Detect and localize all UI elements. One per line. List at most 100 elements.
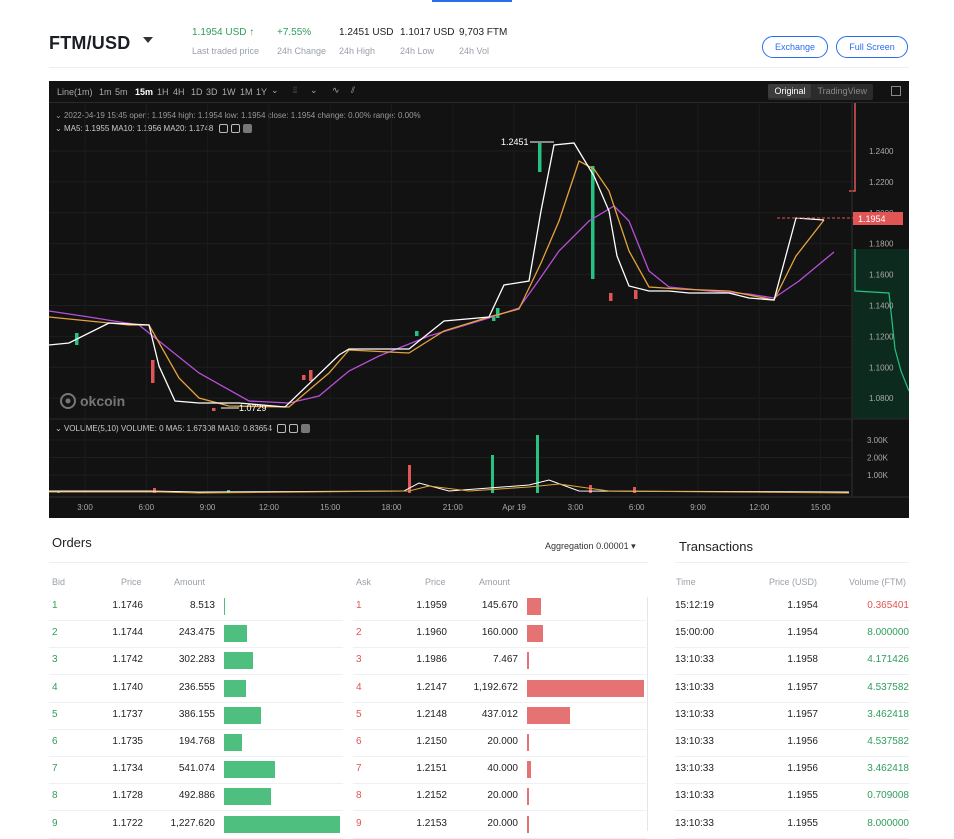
candle — [538, 143, 542, 172]
volume-tick: 2.00K — [867, 454, 889, 463]
time-tick: 6:00 — [629, 503, 645, 512]
ask-row[interactable]: 1 1.1959 145.670 — [353, 594, 646, 621]
aggregation-select[interactable]: Aggregation 0.00001 ▾ — [545, 541, 636, 552]
pair-selector[interactable]: FTM/USD — [49, 33, 130, 54]
time-tick: Apr 19 — [502, 503, 526, 512]
ask-price: 1.2152 — [416, 790, 447, 802]
price-tick: 1.2400 — [869, 147, 894, 156]
aggregation-label: Aggregation — [545, 541, 594, 551]
exchange-button[interactable]: Exchange — [762, 36, 828, 58]
active-nav-indicator — [432, 0, 512, 2]
bid-level: 6 — [52, 736, 58, 747]
tx-price: 1.1957 — [787, 708, 818, 720]
ask-level: 6 — [356, 736, 362, 747]
ask-row[interactable]: 9 1.2153 20.000 — [353, 812, 646, 839]
bid-row[interactable]: 4 1.1740 236.555 — [49, 676, 343, 703]
chart-grid — [49, 103, 852, 497]
chart-canvas: 1.24001.22001.20001.18001.16001.14001.12… — [49, 103, 909, 512]
price-tick: 1.1600 — [869, 271, 894, 280]
price-chart[interactable]: Line(1m) 1m 5m 15m 1H 4H 1D 3D 1W 1M 1Y … — [49, 81, 909, 518]
volume-bar — [633, 487, 636, 493]
transaction-row[interactable]: 15:00:00 1.1954 8.000000 — [675, 621, 909, 649]
ask-amount: 20.000 — [487, 790, 518, 802]
ask-amount: 20.000 — [487, 736, 518, 747]
bid-row[interactable]: 3 1.1742 302.283 — [49, 648, 343, 676]
time-tick: 3:00 — [568, 503, 584, 512]
ask-row[interactable]: 6 1.2150 20.000 — [353, 730, 646, 757]
bid-row[interactable]: 2 1.1744 243.475 — [49, 621, 343, 649]
bid-row[interactable]: 9 1.1722 1,227.620 — [49, 812, 343, 839]
transaction-row[interactable]: 13:10:33 1.1957 4.537582 — [675, 676, 909, 703]
bid-level: 4 — [52, 681, 58, 693]
tx-volume: 0.365401 — [867, 600, 909, 611]
transaction-row[interactable]: 13:10:33 1.1956 4.537582 — [675, 730, 909, 757]
low-marker-text: 1.0729 — [239, 403, 267, 413]
candle — [492, 317, 496, 321]
ask-row[interactable]: 7 1.2151 40.000 — [353, 757, 646, 785]
ask-price: 1.1959 — [416, 600, 447, 611]
bid-amount: 541.074 — [178, 763, 215, 775]
transaction-row[interactable]: 13:10:33 1.1955 0.709008 — [675, 784, 909, 812]
transactions-title: Transactions — [679, 539, 753, 554]
ask-row[interactable]: 4 1.2147 1,192.672 — [353, 676, 646, 703]
transaction-row[interactable]: 15:12:19 1.1954 0.365401 — [675, 594, 909, 621]
tx-price: 1.1954 — [787, 600, 818, 611]
ask-depth-bar — [527, 815, 529, 833]
bid-depth-bar — [224, 815, 340, 833]
low-label: 24h Low — [400, 46, 435, 56]
orders-title: Orders — [52, 535, 92, 550]
price-tick: 1.2200 — [869, 178, 894, 187]
volume-value: 9,703 FTM — [459, 27, 508, 38]
bid-row[interactable]: 6 1.1735 194.768 — [49, 730, 343, 757]
candle — [212, 408, 216, 411]
high-label: 24h High — [339, 46, 376, 56]
tx-time: 13:10:33 — [675, 763, 714, 775]
ask-depth-bar — [527, 788, 529, 806]
transaction-row[interactable]: 13:10:33 1.1957 3.462418 — [675, 703, 909, 730]
ask-level: 1 — [356, 600, 362, 611]
high-marker-text: 1.2451 — [501, 137, 529, 147]
ask-row[interactable]: 5 1.2148 437.012 — [353, 703, 646, 730]
bid-depth-bar — [224, 598, 225, 615]
transaction-row[interactable]: 13:10:33 1.1958 4.171426 — [675, 648, 909, 676]
change-stat: +7.55% 24h Change — [277, 27, 326, 56]
candle — [415, 331, 419, 336]
bid-row[interactable]: 7 1.1734 541.074 — [49, 757, 343, 785]
chevron-down-icon[interactable] — [143, 37, 153, 43]
low-marker: 1.0729 — [221, 403, 267, 413]
candle — [591, 166, 595, 279]
bid-level: 5 — [52, 708, 58, 720]
transaction-row[interactable]: 13:10:33 1.1955 8.000000 — [675, 812, 909, 839]
tx-price: 1.1955 — [787, 790, 818, 802]
ask-price: 1.2147 — [416, 681, 447, 693]
bid-depth-bar — [224, 788, 271, 806]
ask-row[interactable]: 8 1.2152 20.000 — [353, 784, 646, 812]
ask-depth-bar — [527, 598, 542, 615]
bid-row[interactable]: 8 1.1728 492.886 — [49, 784, 343, 812]
last-price-value: 1.1954 USD ↑ — [192, 27, 255, 38]
ask-price: 1.2150 — [416, 736, 447, 747]
bid-price: 1.1740 — [112, 681, 143, 693]
bid-row[interactable]: 1 1.1746 8.513 — [49, 594, 343, 621]
ask-price: 1.2153 — [416, 817, 447, 829]
bid-row[interactable]: 5 1.1737 386.155 — [49, 703, 343, 730]
bid-depth-bar — [224, 679, 247, 697]
last-price-stat: 1.1954 USD ↑ Last traded price — [192, 27, 259, 56]
bid-amount-header: Amount — [174, 577, 206, 587]
bid-level: 3 — [52, 654, 58, 666]
low-value: 1.1017 USD — [400, 27, 455, 38]
change-value: +7.55% — [277, 27, 312, 38]
ask-row[interactable]: 2 1.1960 160.000 — [353, 621, 646, 649]
bid-amount: 1,227.620 — [170, 817, 216, 829]
time-tick: 9:00 — [690, 503, 706, 512]
chart-axes: 1.24001.22001.20001.18001.16001.14001.12… — [49, 103, 909, 512]
tx-volume: 8.000000 — [867, 817, 909, 829]
bid-level: 8 — [52, 790, 58, 802]
time-tick: 3:00 — [77, 503, 93, 512]
full-screen-button[interactable]: Full Screen — [836, 36, 908, 58]
ask-level: 4 — [356, 681, 362, 693]
ask-row[interactable]: 3 1.1986 7.467 — [353, 648, 646, 676]
transaction-row[interactable]: 13:10:33 1.1956 3.462418 — [675, 757, 909, 785]
bid-depth-bar — [224, 734, 243, 751]
bid-amount: 302.283 — [178, 654, 215, 666]
